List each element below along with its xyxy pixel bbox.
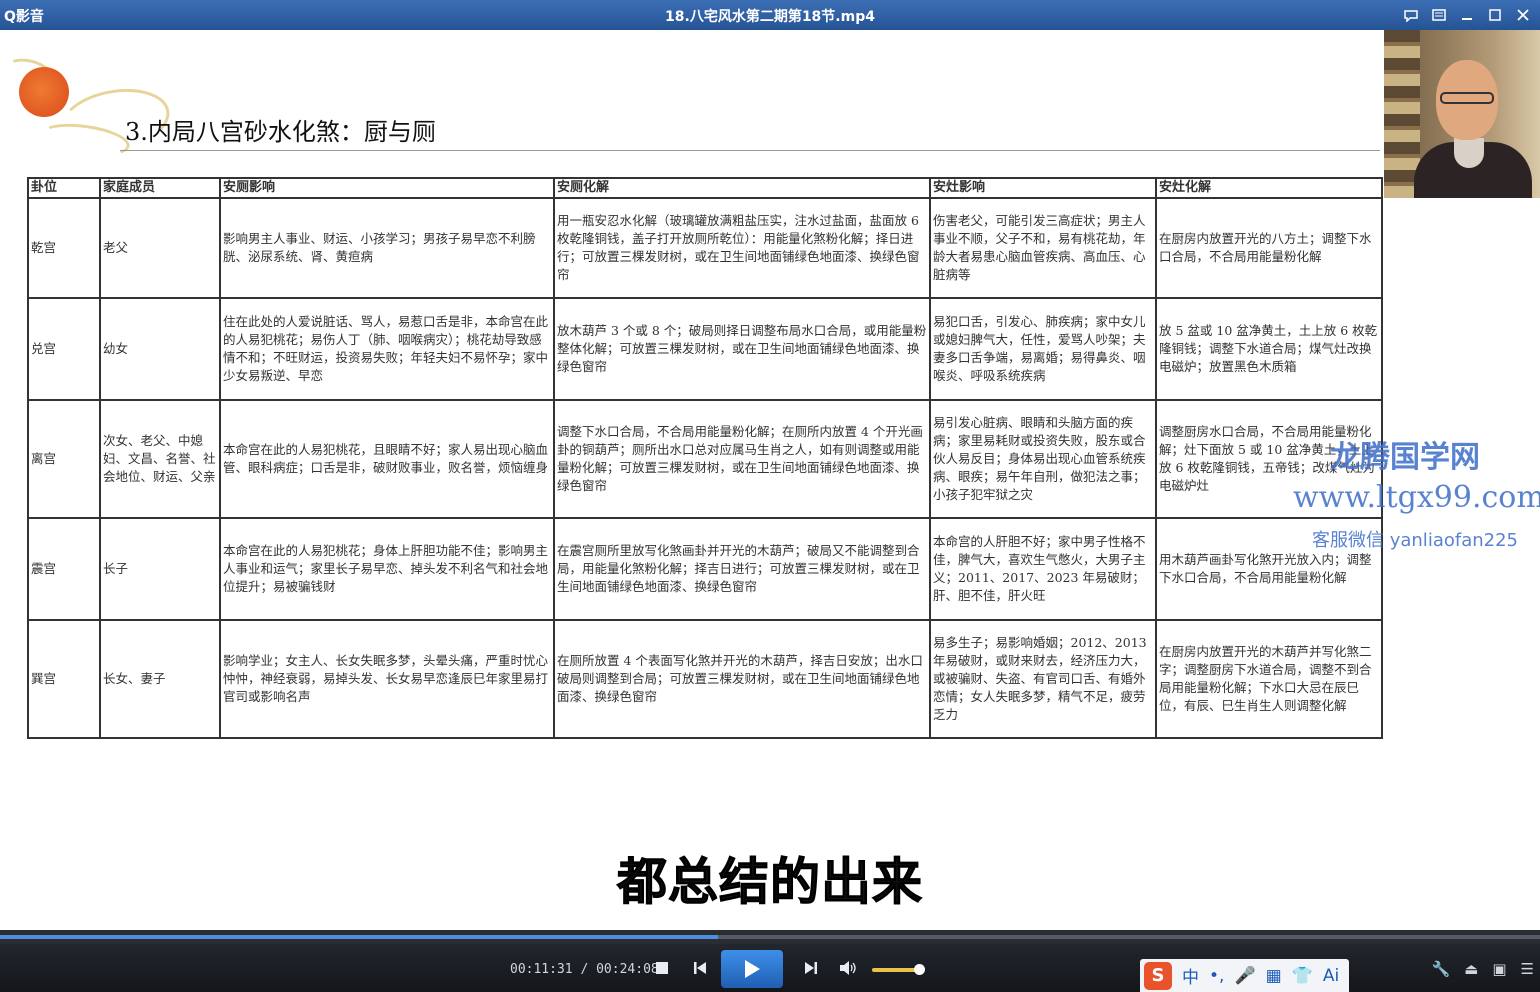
table-row: 巽宫 长女、妻子 影响学业；女主人、长女失眠多梦，头晕头痛，严重时忧心忡忡，神经… [27,619,1383,739]
video-frame[interactable]: 3.内局八宫砂水化煞：厨与厕 卦位 家庭成员 安厕影响 安厕化解 安灶影响 安灶… [0,30,1540,930]
menu-icon[interactable]: ☰ [1521,960,1534,978]
sogou-logo[interactable]: S [1144,961,1172,990]
feng-shui-table: 卦位 家庭成员 安厕影响 安厕化解 安灶影响 安灶化解 乾宫 老父 影响男主人事… [27,177,1383,739]
chat-bubble-icon[interactable] [1400,4,1422,26]
tools-icon[interactable]: 🔧 [1431,960,1450,978]
microphone-icon[interactable]: 🎤 [1234,966,1255,986]
video-player-window: Q影音 18.八宅风水第二期第18节.mp4 3.内局八宫砂水化煞：厨与厕 卦位… [0,0,1540,992]
volume-slider[interactable] [872,968,920,972]
watermark-url: www.ltgx99.com [1293,480,1540,515]
title-divider [120,150,1380,151]
table-cell: 住在此处的人爱说脏话、骂人，易惹口舌是非，本命宫在此的人易犯桃花；易伤人丁（肺、… [219,297,555,401]
ime-toolbar[interactable]: S 中 •, 🎤 ▦ 👕 Ai [1140,959,1350,992]
time-separator: / [572,962,597,977]
skip-back-icon [694,962,706,974]
presenter-webcam [1384,30,1540,198]
table-cell: 放 5 盆或 10 盆净黄土，土上放 6 枚乾隆铜钱；调整下水道合局；煤气灶改换… [1155,297,1383,401]
column-header: 安厕化解 [553,177,931,199]
table-cell: 在厨房内放置开光的八方土；调整下水口合局，不合局用能量粉化解 [1155,197,1383,299]
next-button[interactable] [799,956,823,980]
table-header-row: 卦位 家庭成员 安厕影响 安厕化解 安灶影响 安灶化解 [27,177,1383,199]
table-cell: 长子 [99,517,221,621]
seek-fill [0,935,718,939]
table-cell: 乾宫 [27,197,101,299]
table-cell: 兑宫 [27,297,101,401]
slide-title: 3.内局八宫砂水化煞：厨与厕 [125,118,436,146]
column-header: 卦位 [27,177,101,199]
table-cell: 震宫 [27,517,101,621]
player-tray: 🔧 ⏏ ▣ ☰ [1431,960,1534,978]
playlist-icon[interactable] [1428,4,1450,26]
table-cell: 本命宫在此的人易犯桃花；身体上肝胆功能不佳；影响男主人事业和运气；家里长子易早恋… [219,517,555,621]
watermark-site-name: 龙腾国学网 [1330,440,1480,475]
minimize-button[interactable] [1456,4,1478,26]
table-cell: 伤害老父，可能引发三高症状；男主人事业不顺，父子不和，易有桃花劫，年龄大者易患心… [929,197,1157,299]
table-row: 乾宫 老父 影响男主人事业、财运、小孩学习；男孩子易早恋不利膀胱、泌尿系统、肾、… [27,197,1383,299]
table-cell: 调整下水口合局，不合局用能量粉化解；在厕所内放置 4 个开光画卦的铜葫芦；厕所出… [553,399,931,519]
table-cell: 放木葫芦 3 个或 8 个；破局则择日调整布局水口合局，或用能量粉整体化解；可放… [553,297,931,401]
title-bar[interactable]: Q影音 18.八宅风水第二期第18节.mp4 [0,0,1540,30]
play-button[interactable] [721,950,783,988]
screenshot-icon[interactable]: ▣ [1492,960,1506,978]
table-row: 兑宫 幼女 住在此处的人爱说脏话、骂人，易惹口舌是非，本命宫在此的人易犯桃花；易… [27,297,1383,401]
table-cell: 长女、妻子 [99,619,221,739]
seek-bar[interactable] [0,930,1540,944]
volume-knob[interactable] [914,964,925,975]
table-cell: 易多生子；易影响婚姻；2012、2013 年易破财，或财来财去，经济压力大，或被… [929,619,1157,739]
previous-button[interactable] [688,956,712,980]
speaker-icon [840,961,856,975]
table-row: 离宫 次女、老父、中媳妇、文昌、名誉、社会地位、财运、父亲 本命宫在此的人易犯桃… [27,399,1383,519]
stop-icon [656,962,668,974]
window-controls [1400,4,1534,26]
play-icon [745,960,760,978]
table-row: 震宫 长子 本命宫在此的人易犯桃花；身体上肝胆功能不佳；影响男主人事业和运气；家… [27,517,1383,621]
table-cell: 本命宫的人肝胆不好；家中男子性格不佳，脾气大，喜欢生气憋火，大男子主义；2011… [929,517,1157,621]
table-cell: 老父 [99,197,221,299]
subtitle-caption: 都总结的出来 [617,853,923,912]
table-cell: 易引发心脏病、眼睛和头脑方面的疾病；家里易耗财或投资失败，股东或合伙人易反目；身… [929,399,1157,519]
table-cell: 在震宫厕所里放写化煞画卦并开光的木葫芦；破局又不能调整到合局，用能量化煞粉化解；… [553,517,931,621]
table-cell: 次女、老父、中媳妇、文昌、名誉、社会地位、财运、父亲 [99,399,221,519]
maximize-button[interactable] [1484,4,1506,26]
table-cell: 在厨房内放置开光的木葫芦并写化煞二字；调整厨房下水道合局，调整不到合局用能量粉化… [1155,619,1383,739]
presenter-glasses [1440,92,1494,104]
ai-button[interactable]: Ai [1323,966,1339,986]
time-display: 00:11:31 / 00:24:08 [510,962,659,977]
current-time: 00:11:31 [510,962,573,977]
column-header: 安灶化解 [1155,177,1383,199]
table-cell: 本命宫在此的人易犯桃花，且眼睛不好；家人易出现心脑血管、眼科病症；口舌是非，破财… [219,399,555,519]
table-cell: 易犯口舌，引发心、肺疾病；家中女儿或媳妇脾气大，任性，爱骂人吵架；夫妻多口舌争端… [929,297,1157,401]
table-cell: 影响男主人事业、财运、小孩学习；男孩子易早恋不利膀胱、泌尿系统、肾、黄疸病 [219,197,555,299]
ime-mode-chinese[interactable]: 中 [1182,963,1199,988]
sun-decoration [19,67,69,117]
close-button[interactable] [1512,4,1534,26]
column-header: 家庭成员 [99,177,221,199]
table-cell: 影响学业；女主人、长女失眠多梦，头晕头痛，严重时忧心忡忡，神经衰弱，易掉头发、长… [219,619,555,739]
stop-button[interactable] [650,956,674,980]
presenter-collar [1454,138,1484,168]
skin-icon[interactable]: 👕 [1292,966,1313,986]
table-cell: 巽宫 [27,619,101,739]
column-header: 安厕影响 [219,177,555,199]
ime-punctuation[interactable]: •, [1209,966,1224,986]
keyboard-icon[interactable]: ▦ [1266,966,1282,986]
file-title: 18.八宅风水第二期第18节.mp4 [665,9,875,25]
table-cell: 用一瓶安忍水化解（玻璃罐放满粗盐压实，注水过盐面，盐面放 6 枚乾隆铜钱，盖子打… [553,197,931,299]
control-bar: 00:11:31 / 00:24:08 S 中 •, 🎤 ▦ 👕 Ai 🔧 ⏏ … [0,944,1540,992]
table-cell: 离宫 [27,399,101,519]
column-header: 安灶影响 [929,177,1157,199]
volume-button[interactable] [836,956,860,980]
watermark-contact: 客服微信 yanliaofan225 [1312,530,1518,551]
table-cell: 在厕所放置 4 个表面写化煞并开光的木葫芦，择吉日安放；出水口破局则调整到合局；… [553,619,931,739]
table-cell: 幼女 [99,297,221,401]
skip-forward-icon [805,962,817,974]
eject-icon[interactable]: ⏏ [1464,960,1478,978]
